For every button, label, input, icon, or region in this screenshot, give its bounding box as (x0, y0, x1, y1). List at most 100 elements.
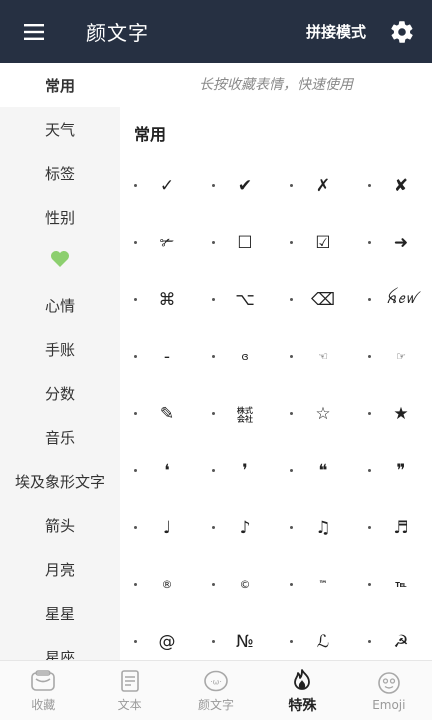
symbol-cell[interactable]: ♪ (198, 499, 276, 556)
section-title: 常用 (134, 125, 167, 144)
symbol-cell[interactable]: ☆ (276, 385, 354, 442)
menu-button[interactable] (8, 0, 60, 63)
nav-kaomoji[interactable]: ·ω· 颜文字 (173, 661, 259, 720)
symbol: ★ (393, 403, 409, 424)
text-icon (116, 668, 144, 694)
symbol-cell[interactable]: ⌥ (198, 271, 276, 328)
splice-mode-button[interactable]: 拼接模式 (306, 21, 366, 42)
sidebar-item-label: 箭头 (44, 516, 75, 535)
symbol-cell[interactable]: ✔ (198, 157, 276, 214)
bullet-dot (134, 355, 137, 358)
symbol: ✃ (159, 232, 175, 253)
symbol-cell[interactable]: ❞ (354, 442, 432, 499)
symbol-cell[interactable]: ✘ (354, 157, 432, 214)
bullet-dot (368, 526, 371, 529)
bullet-dot (134, 526, 137, 529)
sidebar-item-stars[interactable]: 星星 (0, 591, 120, 635)
sidebar-item-journal[interactable]: 手账 (0, 327, 120, 371)
symbol-cell[interactable]: - (120, 328, 198, 385)
symbol-cell[interactable]: ♫ (276, 499, 354, 556)
symbol: ⌘ (158, 289, 176, 310)
symbol: ℡ (395, 579, 407, 590)
symbol-cell[interactable]: ✓ (120, 157, 198, 214)
bullet-dot (368, 184, 371, 187)
symbol-cell[interactable]: ☞ (354, 328, 432, 385)
symbol-cell[interactable]: ❝ (276, 442, 354, 499)
symbol-cell[interactable]: ☜ (276, 328, 354, 385)
symbol: ✔ (237, 175, 253, 196)
symbol-cell[interactable]: ℒ (276, 613, 354, 660)
nav-text[interactable]: 文本 (86, 661, 172, 720)
bullet-dot (290, 526, 293, 529)
symbol-cell[interactable]: ❜ (198, 442, 276, 499)
symbol-cell[interactable]: ⌘ (120, 271, 198, 328)
sidebar-item-label: 性别 (44, 208, 75, 227)
symbol-cell[interactable]: ㍿ (198, 385, 276, 442)
symbol: ☆ (315, 403, 331, 424)
symbol-cell[interactable]: ✗ (276, 157, 354, 214)
nav-emoji[interactable]: Emoji (346, 661, 432, 720)
symbol-cell[interactable]: ♩ (120, 499, 198, 556)
sidebar-item-label: 月亮 (44, 560, 75, 579)
bottom-nav: 收藏 文本 ·ω· 颜文字 特殊 Emoji (0, 660, 432, 720)
sidebar-item-common[interactable]: 常用 (0, 63, 120, 107)
symbol-cell[interactable]: ® (120, 556, 198, 613)
sidebar-item-arrows[interactable]: 箭头 (0, 503, 120, 547)
symbol-cell[interactable]: № (198, 613, 276, 660)
bullet-dot (212, 469, 215, 472)
symbol-cell[interactable]: ꫝꫀꪝ (354, 271, 432, 328)
sidebar-item-zodiac[interactable]: 星座 (0, 635, 120, 661)
gear-icon (391, 20, 413, 43)
symbol: ♫ (315, 517, 331, 538)
symbol: ɞ (241, 350, 249, 363)
nav-label: 颜文字 (198, 698, 235, 712)
symbol-cell[interactable]: ✃ (120, 214, 198, 271)
symbol: ✘ (393, 175, 409, 196)
symbol: ☭ (393, 631, 409, 652)
symbol: ✎ (159, 403, 175, 424)
symbol-cell[interactable]: ♬ (354, 499, 432, 556)
symbol-cell[interactable]: ✎ (120, 385, 198, 442)
nav-label: 特殊 (288, 697, 317, 714)
symbol-cell[interactable]: ❛ (120, 442, 198, 499)
sidebar-item-heart[interactable] (0, 239, 120, 283)
symbol-cell[interactable]: ☭ (354, 613, 432, 660)
green-heart-icon (50, 250, 70, 272)
symbol-cell[interactable]: © (198, 556, 276, 613)
sidebar-item-tags[interactable]: 标签 (0, 151, 120, 195)
sidebar-item-mood[interactable]: 心情 (0, 283, 120, 327)
kaomoji-icon: ·ω· (202, 668, 230, 694)
symbol-cell[interactable]: ➜ (354, 214, 432, 271)
symbol-cell[interactable]: ℡ (354, 556, 432, 613)
symbol-panel: 常用 ✓ ✔ ✗ ✘ ✃ ☐ ☑ ➜ ⌘ ⌥ ⌫ ꫝꫀꪝ - ɞ ☜ ☞ ✎ ㍿… (120, 105, 432, 660)
symbol: ♬ (393, 517, 409, 538)
symbol-cell[interactable]: ★ (354, 385, 432, 442)
symbol-cell[interactable]: ☐ (198, 214, 276, 271)
bullet-dot (212, 241, 215, 244)
sidebar-item-egyptian-hieroglyphs[interactable]: 埃及象形文字 (0, 459, 120, 503)
symbol: @ (158, 631, 176, 652)
bullet-dot (368, 412, 371, 415)
sidebar-item-fractions[interactable]: 分数 (0, 371, 120, 415)
symbol-cell[interactable]: ɞ (198, 328, 276, 385)
symbol: ➜ (393, 232, 409, 253)
nav-favorites[interactable]: 收藏 (0, 661, 86, 720)
symbol-cell[interactable]: ☑ (276, 214, 354, 271)
symbol: ☜ (318, 350, 328, 363)
symbol-cell[interactable]: ™ (276, 556, 354, 613)
sidebar-item-moon[interactable]: 月亮 (0, 547, 120, 591)
settings-button[interactable] (382, 0, 422, 63)
bullet-dot (290, 412, 293, 415)
sidebar-item-gender[interactable]: 性别 (0, 195, 120, 239)
symbol-cell[interactable]: ⌫ (276, 271, 354, 328)
nav-special[interactable]: 特殊 (259, 661, 345, 720)
sidebar-item-music[interactable]: 音乐 (0, 415, 120, 459)
sidebar-item-weather[interactable]: 天气 (0, 107, 120, 151)
symbol-cell[interactable]: @ (120, 613, 198, 660)
hamburger-menu-icon (24, 23, 44, 40)
category-sidebar: 常用 天气 标签 性别 心情 手账 分数 音乐 埃及象形文字 箭头 月亮 星星 … (0, 63, 120, 660)
symbol: ❛ (164, 460, 170, 481)
symbol: ℒ (316, 631, 330, 652)
sidebar-item-label: 星座 (44, 648, 75, 661)
bullet-dot (134, 241, 137, 244)
